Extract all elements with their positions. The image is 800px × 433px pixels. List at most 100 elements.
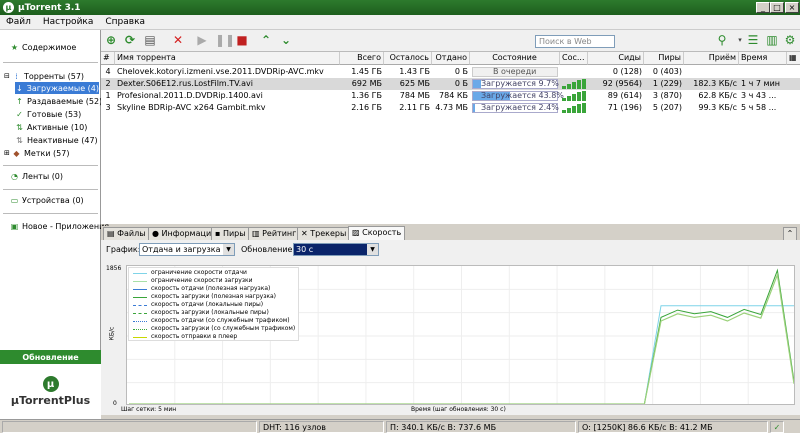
remote-icon[interactable]: ▥	[765, 33, 779, 47]
status-blank	[2, 421, 257, 433]
settings-icon[interactable]: ⚙	[783, 33, 797, 47]
tab-trackers[interactable]: ✕ Трекеры	[297, 227, 351, 240]
col-number[interactable]: #	[101, 52, 115, 65]
torrent-list: # Имя торрента Всего Осталось Отдано Сос…	[101, 52, 800, 224]
table-row[interactable]: 2 Dexter.S06E12.rus.LostFilm.TV.avi 692 …	[101, 78, 800, 90]
legend-item: ограничение скорости загрузки	[133, 277, 253, 285]
search-input[interactable]: Поиск в Web	[535, 35, 615, 48]
search-icon[interactable]: ⚲	[715, 33, 729, 47]
sidebar-item-labels[interactable]: ⊞ ◆ Метки (57)	[4, 147, 105, 159]
graph-select[interactable]: Отдача и загрузка ▼	[139, 243, 235, 256]
legend-swatch	[133, 272, 147, 274]
upload-arrow-icon: ↑	[16, 96, 23, 106]
search-options-icon[interactable]: ▾	[733, 33, 747, 47]
progress-bar: Загружается 2.4%	[472, 103, 559, 113]
star-icon: ★	[10, 42, 19, 52]
legend-swatch	[133, 320, 147, 322]
col-status[interactable]: Состояние	[470, 52, 560, 65]
network-ok-icon[interactable]: ✓	[770, 421, 784, 433]
sidebar-item-torrents[interactable]: ⊟ ⁞ Торренты (57)	[4, 70, 105, 82]
legend-item: скорость отдачи (полезная нагрузка)	[133, 285, 270, 293]
toolbar: ⊕ ⟳ ▤ ✕ ▶ ❚❚ ■ ⌃ ⌄ ⚲ ▾ ☰ ▥ ⚙	[101, 30, 800, 52]
sidebar-divider	[3, 165, 98, 166]
legend-item: скорость отдачи (со служебным трафиком)	[133, 317, 290, 325]
remove-icon[interactable]: ✕	[171, 33, 185, 47]
update-interval-select[interactable]: 30 с ▼	[293, 243, 379, 256]
minimize-button[interactable]: _	[756, 2, 770, 13]
sidebar-item-feeds[interactable]: ◔ Ленты (0)	[10, 170, 111, 182]
devices-icon: ▭	[10, 195, 19, 205]
y-axis-unit: КБ/с	[108, 326, 116, 341]
menu-settings[interactable]: Настройка	[37, 17, 100, 27]
download-arrow-icon: ↓	[16, 83, 23, 93]
legend-item: ограничение скорости отдачи	[133, 269, 247, 277]
trackers-icon: ✕	[301, 229, 308, 238]
expand-icon[interactable]: ⊞	[4, 149, 12, 157]
col-remaining[interactable]: Осталось	[384, 52, 432, 65]
y-axis-max: 1856	[106, 265, 122, 272]
stop-icon[interactable]: ■	[235, 33, 249, 47]
utorrent-plus-banner[interactable]: µ µTorrentPlus	[0, 364, 101, 419]
legend-swatch	[133, 336, 147, 338]
col-peers[interactable]: Пиры	[644, 52, 684, 65]
utorrent-plus-label: µTorrentPlus	[10, 394, 91, 407]
upload-status[interactable]: О: [1250K] 86.6 КБ/с В: 41.2 МБ	[578, 421, 768, 433]
sidebar-item-downloading[interactable]: ↓ Загружаемые (4)	[15, 82, 99, 94]
col-uploaded[interactable]: Отдано	[432, 52, 470, 65]
health-bars	[562, 79, 586, 89]
add-url-icon[interactable]: ⟳	[123, 33, 137, 47]
tab-peers[interactable]: ▪ Пиры	[211, 227, 250, 240]
col-total[interactable]: Всего	[340, 52, 384, 65]
sidebar-item-content[interactable]: ★ Содержимое	[10, 41, 111, 53]
start-icon[interactable]: ▶	[195, 33, 209, 47]
collapse-icon[interactable]: ⊟	[4, 72, 12, 80]
add-torrent-icon[interactable]: ⊕	[104, 33, 118, 47]
sidebar-item-devices[interactable]: ▭ Устройства (0)	[10, 194, 111, 206]
chevron-down-icon: ▼	[223, 244, 234, 255]
tab-files[interactable]: ▤ Файлы	[103, 227, 150, 240]
pause-icon[interactable]: ❚❚	[215, 33, 235, 47]
col-seeds[interactable]: Сиды	[588, 52, 644, 65]
col-eta[interactable]: Время	[739, 52, 787, 65]
col-name[interactable]: Имя торрента	[115, 52, 340, 65]
column-picker-icon[interactable]: ▦	[787, 52, 800, 65]
graph-label: График:	[106, 245, 141, 254]
progress-bar: Загружается 9.7%	[472, 79, 559, 89]
menu-help[interactable]: Справка	[99, 17, 151, 27]
col-health[interactable]: Сос...	[560, 52, 588, 65]
legend-swatch	[133, 328, 147, 330]
create-torrent-icon[interactable]: ▤	[143, 33, 157, 47]
update-interval-label: Обновление:	[241, 245, 296, 254]
window-title: µTorrent 3.1	[18, 2, 81, 13]
legend-item: скорость загрузки (локальные пиры)	[133, 309, 269, 317]
sidebar-divider	[3, 62, 98, 63]
legend-item: скорость отдачи (локальные пиры)	[133, 301, 263, 309]
table-row[interactable]: 3 Skyline BDRip-AVC x264 Gambit.mkv 2.16…	[101, 102, 800, 114]
sidebar-item-apps[interactable]: ▣ Новое - Приложения	[10, 220, 111, 232]
legend-swatch	[133, 280, 147, 282]
menu-file[interactable]: Файл	[0, 17, 37, 27]
table-row[interactable]: 4 Chelovek.kotoryi.izmeni.vse.2011.DVDRi…	[101, 66, 800, 78]
list-icon[interactable]: ☰	[746, 33, 760, 47]
apps-icon: ▣	[10, 221, 19, 231]
health-bars	[562, 91, 586, 101]
maximize-button[interactable]: □	[770, 2, 784, 13]
legend-swatch	[133, 296, 147, 298]
col-download-rate[interactable]: Приём	[684, 52, 739, 65]
info-icon: ●	[152, 229, 159, 238]
sidebar-divider	[3, 213, 98, 214]
table-row[interactable]: 1 Profesional.2011.D.DVDRip.1400.avi 1.3…	[101, 90, 800, 102]
collapse-panel-icon[interactable]: ⌃	[783, 227, 797, 240]
tab-speed[interactable]: ▨ Скорость	[348, 226, 406, 240]
ratings-icon: ▥	[252, 229, 260, 238]
move-up-icon[interactable]: ⌃	[259, 33, 273, 47]
tab-info[interactable]: ● Информация	[148, 227, 220, 240]
move-down-icon[interactable]: ⌄	[279, 33, 293, 47]
x-axis-label: Время (шаг обновления: 30 с)	[411, 406, 506, 413]
chevron-down-icon: ▼	[367, 244, 378, 255]
files-icon: ▤	[107, 229, 115, 238]
update-button[interactable]: Обновление	[0, 350, 101, 364]
close-button[interactable]: ×	[785, 2, 799, 13]
download-status[interactable]: П: 340.1 КБ/с В: 737.6 МБ	[386, 421, 576, 433]
dht-status: DHT: 116 узлов	[259, 421, 384, 433]
